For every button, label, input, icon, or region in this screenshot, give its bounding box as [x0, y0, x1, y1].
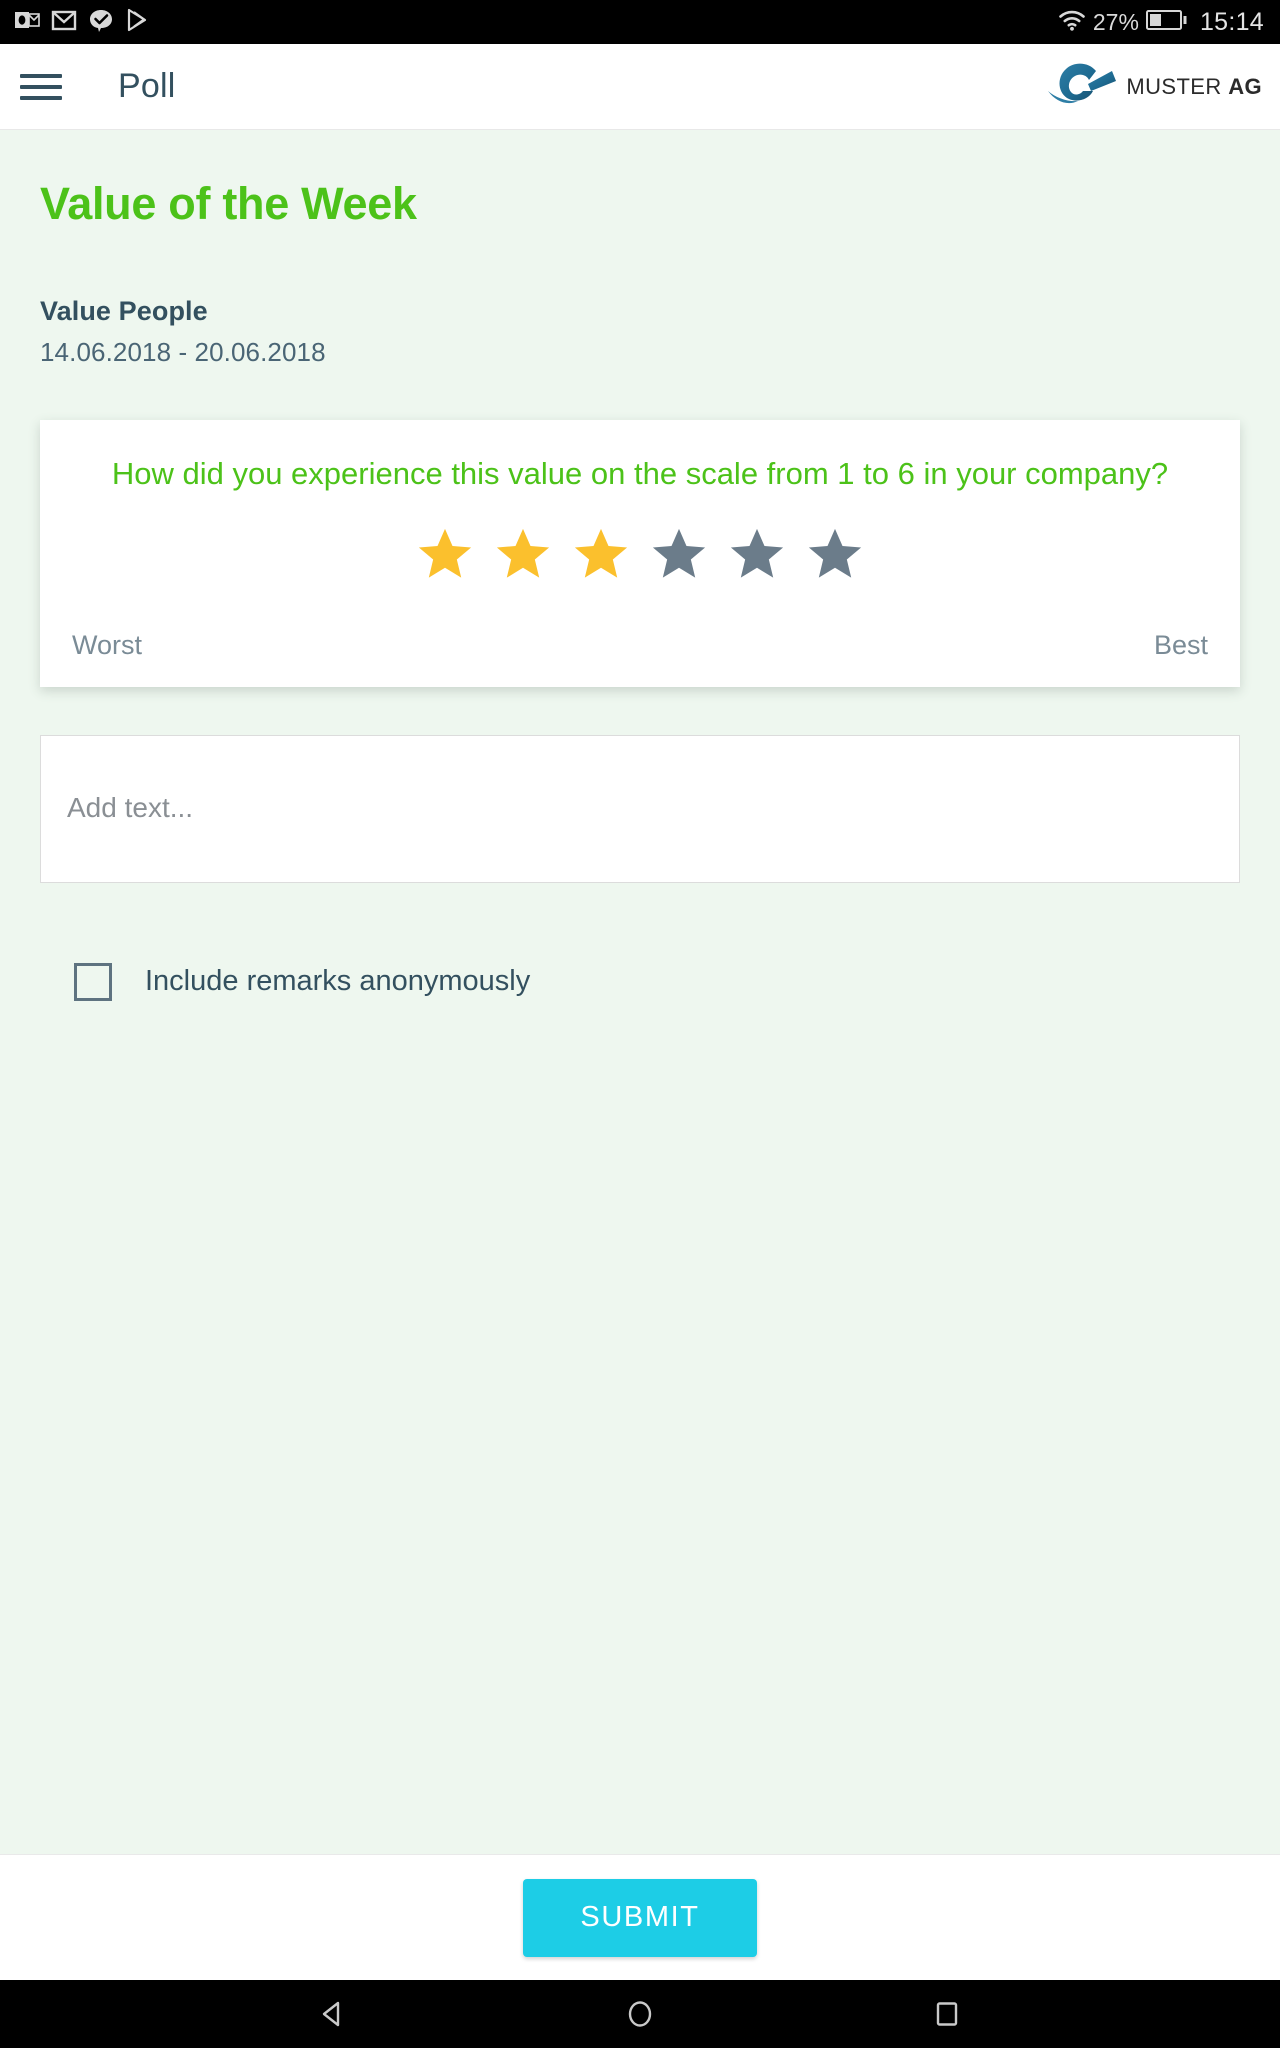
- app-bar-title: Poll: [118, 67, 176, 105]
- star-rating-group[interactable]: [70, 525, 1210, 588]
- outlook-icon: [14, 7, 40, 38]
- clock-label: 15:14: [1199, 7, 1264, 36]
- brand-logo: MUSTER AG: [1044, 58, 1262, 115]
- star-2[interactable]: [493, 525, 553, 588]
- main-content: Value of the Week Value People 14.06.201…: [0, 130, 1280, 1854]
- message-check-icon: [88, 7, 114, 38]
- recents-square-icon[interactable]: [902, 1980, 992, 2048]
- play-store-icon: [125, 7, 149, 38]
- anonymous-checkbox-label: Include remarks anonymously: [145, 965, 531, 998]
- home-circle-icon[interactable]: [595, 1980, 685, 2048]
- page-title: Value of the Week: [40, 178, 417, 229]
- submit-button[interactable]: SUBMIT: [523, 1878, 757, 1957]
- rating-question: How did you experience this value on the…: [111, 456, 1169, 491]
- value-date-range-label: 14.06.2018 - 20.06.2018: [40, 337, 326, 367]
- scale-labels: Worst Best: [70, 630, 1210, 661]
- anonymous-checkbox[interactable]: [74, 962, 112, 1001]
- gmail-icon: [51, 7, 77, 38]
- rating-card: How did you experience this value on the…: [40, 420, 1240, 687]
- remarks-placeholder: Add text...: [67, 791, 194, 823]
- back-triangle-icon[interactable]: [288, 1980, 378, 2048]
- value-name-label: Value People: [40, 296, 208, 326]
- muster-ag-logo-icon: [1044, 58, 1120, 115]
- scale-best-label: Best: [1153, 629, 1208, 660]
- brand-name-label: MUSTER AG: [1126, 73, 1262, 99]
- status-bar: 27% 15:14: [0, 0, 1280, 44]
- star-5[interactable]: [727, 525, 787, 588]
- star-6[interactable]: [805, 525, 865, 588]
- battery-icon: [1145, 9, 1188, 36]
- star-1[interactable]: [415, 525, 475, 588]
- status-bar-system-icons: 27% 15:14: [1058, 8, 1264, 37]
- remarks-input[interactable]: Add text...: [40, 734, 1240, 883]
- anonymous-checkbox-row[interactable]: Include remarks anonymously: [40, 962, 1240, 1001]
- battery-percent-label: 27%: [1092, 8, 1139, 35]
- star-4[interactable]: [649, 525, 709, 588]
- footer-bar: SUBMIT: [0, 1854, 1280, 1980]
- scale-worst-label: Worst: [72, 629, 143, 660]
- wifi-icon: [1058, 8, 1086, 37]
- android-nav-bar: [0, 1980, 1280, 2048]
- app-bar: Poll MUSTER AG: [0, 44, 1280, 130]
- status-bar-notification-icons: [14, 7, 149, 38]
- star-3[interactable]: [571, 525, 631, 588]
- phone-screen: 27% 15:14 Poll MUSTER AG Value of the We…: [0, 0, 1280, 2048]
- hamburger-menu-icon[interactable]: [20, 70, 62, 104]
